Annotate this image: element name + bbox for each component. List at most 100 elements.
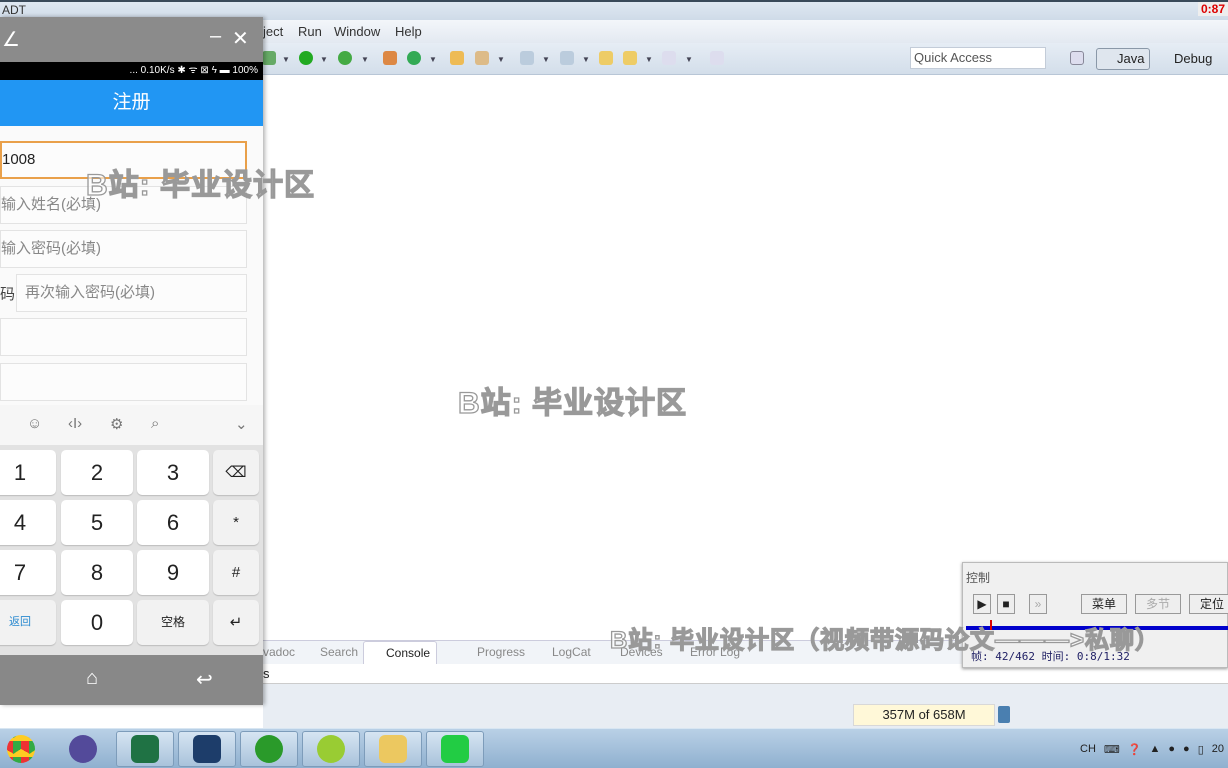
help-icon[interactable]: ❓ bbox=[1128, 743, 1142, 756]
key[interactable]: 2 bbox=[61, 450, 133, 495]
tab-logcat[interactable]: LogCat bbox=[552, 641, 591, 663]
new-class-icon[interactable] bbox=[407, 51, 421, 65]
dropdown-icon[interactable]: ▼ bbox=[320, 55, 328, 64]
open-type-icon[interactable] bbox=[450, 51, 464, 65]
chevron-down-icon[interactable]: ⌄ bbox=[235, 415, 248, 433]
new-package-icon[interactable] bbox=[383, 51, 397, 65]
last-edit-icon[interactable] bbox=[599, 51, 613, 65]
device-icon[interactable]: ▯ bbox=[1198, 743, 1204, 756]
search-tool-icon[interactable] bbox=[475, 51, 489, 65]
minimize-icon[interactable]: – bbox=[210, 25, 221, 48]
qq-icon[interactable]: ● bbox=[1168, 743, 1175, 755]
dropdown-icon[interactable]: ▼ bbox=[429, 55, 437, 64]
dropdown-icon[interactable]: ▼ bbox=[497, 55, 505, 64]
taskbar-app-8[interactable] bbox=[178, 731, 236, 767]
key[interactable]: 空格 bbox=[137, 600, 209, 645]
key[interactable]: 4 bbox=[0, 500, 56, 545]
stop-button[interactable]: ■ bbox=[997, 594, 1015, 614]
menu-run[interactable]: Run bbox=[298, 20, 322, 43]
key[interactable]: # bbox=[213, 550, 259, 595]
taskbar-chrome[interactable] bbox=[0, 731, 50, 767]
taskbar bbox=[0, 728, 1228, 768]
dropdown-icon[interactable]: ▼ bbox=[685, 55, 693, 64]
key[interactable]: 返回 bbox=[0, 600, 56, 645]
quick-access-input[interactable]: Quick Access bbox=[910, 47, 1046, 69]
home-icon[interactable]: ⌂ bbox=[86, 667, 98, 690]
external-tools-icon[interactable] bbox=[338, 51, 352, 65]
key[interactable]: 8 bbox=[61, 550, 133, 595]
braces-icon bbox=[317, 735, 345, 763]
dropdown-icon[interactable]: ▼ bbox=[282, 55, 290, 64]
page-title: 注册 bbox=[0, 80, 263, 126]
dropdown-icon[interactable]: ▼ bbox=[582, 55, 590, 64]
menu-window[interactable]: Window bbox=[334, 20, 380, 43]
phone-nav-bar: ⌂ ↩ bbox=[0, 655, 263, 705]
trash-gc-icon[interactable] bbox=[998, 706, 1010, 723]
keyboard-icon[interactable]: ⌨ bbox=[1104, 743, 1120, 756]
perspective-java[interactable]: Java bbox=[1096, 48, 1150, 70]
prev-annotation-icon[interactable] bbox=[560, 51, 574, 65]
password-field[interactable]: 输入密码(必填) bbox=[0, 230, 247, 268]
forward-icon[interactable] bbox=[662, 51, 676, 65]
key[interactable]: 0 bbox=[61, 600, 133, 645]
back-icon[interactable] bbox=[623, 51, 637, 65]
key[interactable]: 6 bbox=[137, 500, 209, 545]
step-button[interactable]: » bbox=[1029, 594, 1047, 614]
form-field[interactable] bbox=[0, 363, 247, 401]
tab-console[interactable]: Console bbox=[363, 641, 438, 664]
key[interactable]: 5 bbox=[61, 500, 133, 545]
edit-icon[interactable]: ∠ bbox=[2, 27, 20, 52]
dropdown-icon[interactable]: ▼ bbox=[361, 55, 369, 64]
back-icon[interactable]: ↩ bbox=[196, 667, 213, 692]
dropdown-icon[interactable]: ▼ bbox=[645, 55, 653, 64]
confirm-password-field[interactable]: 再次输入密码(必填) bbox=[16, 274, 247, 312]
gear-icon[interactable]: ⚙ bbox=[110, 415, 123, 433]
system-tray: CH ⌨ ❓ ▲ ● ● ▯ 20 bbox=[1080, 734, 1228, 764]
dropdown-icon[interactable]: ▼ bbox=[542, 55, 550, 64]
pin-editor-icon[interactable] bbox=[710, 51, 724, 65]
key[interactable]: ⌫ bbox=[213, 450, 259, 495]
play-button[interactable]: ▶ bbox=[973, 594, 991, 614]
input-language[interactable]: CH bbox=[1080, 743, 1096, 755]
menu-project[interactable]: ject bbox=[263, 20, 283, 43]
run-icon[interactable] bbox=[299, 51, 313, 65]
tab-progress[interactable]: Progress bbox=[477, 641, 525, 663]
excel-icon bbox=[131, 735, 159, 763]
form-field[interactable] bbox=[0, 318, 247, 356]
app-green-icon bbox=[255, 735, 283, 763]
debug-run-icon[interactable] bbox=[262, 51, 276, 65]
key[interactable]: 7 bbox=[0, 550, 56, 595]
taskbar-eclipse[interactable] bbox=[54, 731, 112, 767]
tab-javadoc[interactable]: vadoc bbox=[263, 641, 295, 663]
key[interactable]: 9 bbox=[137, 550, 209, 595]
qq-icon[interactable]: ● bbox=[1183, 743, 1190, 755]
taskbar-excel[interactable] bbox=[116, 731, 174, 767]
search-icon[interactable]: ⌕ bbox=[151, 415, 159, 432]
key[interactable]: * bbox=[213, 500, 259, 545]
cursor-icon[interactable]: ‹I› bbox=[68, 415, 82, 432]
next-annotation-icon[interactable] bbox=[520, 51, 534, 65]
taskbar-app-phone[interactable] bbox=[426, 731, 484, 767]
open-perspective-icon[interactable] bbox=[1070, 51, 1084, 65]
close-icon[interactable]: ✕ bbox=[232, 26, 249, 51]
tab-search[interactable]: Search bbox=[320, 641, 358, 663]
tray-expand-icon[interactable]: ▲ bbox=[1149, 743, 1160, 755]
window-title: ADT bbox=[2, 3, 26, 17]
multi-section-button[interactable]: 多节 bbox=[1135, 594, 1181, 614]
menu-button[interactable]: 菜单 bbox=[1081, 594, 1127, 614]
keyboard-toolbar: ☺ ‹I› ⚙ ⌕ ⌄ bbox=[0, 405, 263, 445]
menu-help[interactable]: Help bbox=[395, 20, 422, 43]
watermark: B站: 毕业设计区 bbox=[457, 386, 687, 420]
editor-area bbox=[263, 76, 1228, 636]
key[interactable]: ↵ bbox=[213, 600, 259, 645]
perspective-debug[interactable]: Debug bbox=[1156, 48, 1212, 70]
key[interactable]: 1 bbox=[0, 450, 56, 495]
locate-button[interactable]: 定位 bbox=[1189, 594, 1228, 614]
taskbar-explorer[interactable] bbox=[364, 731, 422, 767]
key[interactable]: 3 bbox=[137, 450, 209, 495]
watermark: B站: 毕业设计区 bbox=[85, 168, 315, 202]
taskbar-app-green[interactable] bbox=[240, 731, 298, 767]
emoji-icon[interactable]: ☺ bbox=[27, 415, 42, 432]
phone-emulator: ∠ – ✕ ... 0.10K/s ✱ ᯤ ⊠ ϟ ▬ 100% 注册 1008… bbox=[0, 17, 263, 705]
taskbar-app-braces[interactable] bbox=[302, 731, 360, 767]
